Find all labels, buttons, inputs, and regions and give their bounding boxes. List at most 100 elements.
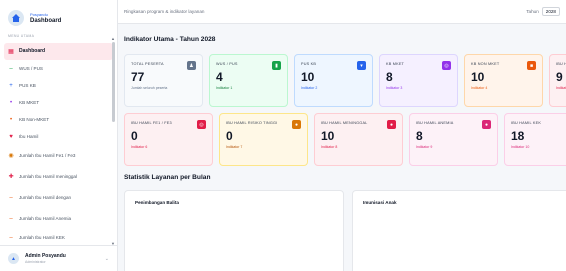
dash-icon: – [9, 215, 13, 222]
sidebar-item-kb-mket[interactable]: • KB MKET [0, 94, 117, 111]
sidebar-item-jumlah-ibu-hamil-meninggal[interactable]: ✚ Jumlah Ibu Hamil meninggal [0, 166, 117, 187]
indicator-row-2: IBU HAMIL FE1 / FE3 0 Indikator 6 ◎ IBU HAMI… [124, 113, 566, 166]
card-value: 10 [471, 70, 485, 84]
sidebar-item-label: Jumlah Ibu Hamil meninggal [19, 173, 77, 179]
card-subtext: Jumlah seluruh peserta [131, 86, 168, 90]
stats-title: Statistik Layanan per Bulan [124, 174, 211, 181]
sidebar-item-jumlah-ibu-hamil-dengan[interactable]: – Jumlah Ibu Hamil dengan [0, 187, 117, 208]
sidebar-item-dashboard[interactable]: ▦ Dashboard [4, 43, 113, 60]
indicator-card[interactable]: WUS / PUS 4 Indikator 1 ▮ [209, 54, 288, 107]
dash-icon: – [9, 194, 13, 201]
card-subtext: Indikator 7 [226, 145, 243, 149]
sidebar-item-label: KB MKET [19, 99, 40, 105]
dash-icon: – [9, 234, 13, 241]
card-subtext: Indikator 9 [416, 145, 433, 149]
card-subtext: Indikator 1 [216, 86, 233, 90]
cross-icon: ✚ [8, 173, 14, 180]
card-icon: ▾ [357, 61, 366, 70]
card-subtext: Indikator 6 [131, 145, 148, 149]
sidebar-item-jumlah-ibu-hamil-fe1-fe3[interactable]: ◉ Jumlah Ibu Hamil Fe1 / Fe3 [0, 145, 117, 166]
card-label: IBU HAMIL RISIKO TINGGI [226, 121, 278, 125]
card-icon: ● [292, 120, 301, 129]
card-icon: ♟ [187, 61, 196, 70]
sidebar: Posyandu Dashboard MENU UTAMA ▦ Dashboard… [0, 0, 118, 271]
brand[interactable]: Posyandu Dashboard [0, 0, 117, 32]
sidebar-item-label: Jumlah Ibu Hamil Anemia [19, 215, 72, 221]
sidebar-item-label: PUS KB [19, 82, 36, 88]
stats-panels: Penimbangan Balita Imunisasi Anak [124, 190, 566, 271]
user-role: Administrator [25, 260, 46, 264]
sidebar-item-pus-kb[interactable]: + PUS KB [0, 77, 117, 94]
sidebar-item-label: Jumlah Ibu Hamil dengan [19, 194, 72, 200]
card-subtext: Indikator 8 [321, 145, 338, 149]
stats-panel: Penimbangan Balita [124, 190, 344, 271]
sidebar-item-label: KB Non-MKET [19, 116, 50, 122]
card-subtext: Indikator 2 [301, 86, 318, 90]
indicator-card[interactable]: IBU HAMIL RISIKO TINGGI 0 Indikator 7 ● [219, 113, 308, 166]
brand-title: Dashboard [30, 17, 62, 24]
card-value: 10 [321, 129, 335, 143]
sidebar-scrollbar[interactable]: ▲ ▼ [111, 36, 115, 246]
sidebar-item-wus-pus[interactable]: – WUS / PUS [0, 60, 117, 77]
card-value: 4 [216, 70, 223, 84]
card-icon: ● [387, 120, 396, 129]
indicator-card[interactable]: KB NON MKET 10 Indikator 4 ■ [464, 54, 543, 107]
card-subtext: Indikator 4 [471, 86, 488, 90]
indicator-card[interactable]: IBU HAMIL KEK18Indikator 10● [504, 113, 566, 166]
indicator-card[interactable]: TOTAL PESERTA 77 Jumlah seluruh peserta ♟ [124, 54, 203, 107]
year-select[interactable]: 2028 [541, 7, 560, 16]
grid-icon: ▦ [8, 48, 14, 55]
sidebar-item-label: Jumlah Ibu Hamil Fe1 / Fe3 [19, 152, 76, 158]
card-icon: ◎ [442, 61, 451, 70]
card-value: 8 [416, 129, 423, 143]
stats-panel: Imunisasi Anak [352, 190, 566, 271]
logo-icon [8, 10, 24, 26]
year-filter: Tahun 2028 [526, 7, 560, 16]
card-value: 0 [226, 129, 233, 143]
scroll-up-icon[interactable]: ▲ [111, 36, 115, 41]
card-subtext: Indikator 3 [386, 86, 403, 90]
brand-app-name: Posyandu [30, 11, 48, 17]
sidebar-item-label: Jumlah Ibu Hamil KEK [19, 234, 65, 240]
card-icon: ● [482, 120, 491, 129]
sidebar-item-label: Dashboard [19, 48, 46, 55]
card-label: IBU HAMIL KEK [511, 121, 542, 125]
page-subtitle: Ringkasan program & indikator layanan [124, 9, 205, 14]
card-value: 0 [131, 129, 138, 143]
card-label: IBU HAMIL MENINGGAL [321, 121, 368, 125]
panel-title: Imunisasi Anak [363, 200, 397, 205]
card-value: 18 [511, 129, 525, 143]
card-label: IBU HAMIL ANEMIA [416, 121, 454, 125]
card-value: 10 [301, 70, 315, 84]
sidebar-nav: ▦ Dashboard – WUS / PUS + PUS KB • KB MKET • KB N… [0, 43, 117, 246]
card-icon: ◎ [197, 120, 206, 129]
card-icon: ■ [527, 61, 536, 70]
main-content: Ringkasan program & indikator layanan Ta… [118, 0, 566, 271]
pill-icon: ◉ [8, 152, 14, 159]
scroll-thumb[interactable] [112, 42, 115, 122]
indicators-title: Indikator Utama - Tahun 2028 [124, 36, 216, 43]
chevron-down-icon[interactable]: ⌄ [105, 256, 109, 262]
sidebar-item-label: Ibu Hamil [19, 133, 39, 139]
topbar: Ringkasan program & indikator layanan Ta… [118, 0, 566, 24]
sidebar-section-label: MENU UTAMA [8, 34, 35, 38]
indicator-card[interactable]: PUS KB 10 Indikator 2 ▾ [294, 54, 373, 107]
year-label: Tahun [526, 9, 539, 14]
sidebar-item-kb-non-mket[interactable]: • KB Non-MKET [0, 111, 117, 128]
sidebar-item-ibu-hamil[interactable]: ♥ Ibu Hamil [0, 128, 117, 145]
card-icon: ▮ [272, 61, 281, 70]
user-menu[interactable]: ▲ Admin Posyandu Administrator ⌄ [0, 245, 117, 271]
indicator-card[interactable]: KB MKET 8 Indikator 3 ◎ [379, 54, 458, 107]
indicator-row-1: TOTAL PESERTA 77 Jumlah seluruh peserta ♟ WU… [124, 54, 566, 107]
sidebar-item-label: WUS / PUS [19, 65, 43, 71]
card-value: 8 [386, 70, 393, 84]
sidebar-item-jumlah-ibu-hamil-anemia[interactable]: – Jumlah Ibu Hamil Anemia [0, 208, 117, 229]
indicator-card[interactable]: IBU HAMIL MENINGGAL 10 Indikator 8 ● [314, 113, 403, 166]
sidebar-item-jumlah-ibu-hamil-kek[interactable]: – Jumlah Ibu Hamil KEK [0, 229, 117, 246]
indicator-card[interactable]: IBU HAMIL FE1 / FE3 0 Indikator 6 ◎ [124, 113, 213, 166]
heart-icon: ♥ [9, 133, 13, 140]
indicator-card[interactable]: IBU HAMIL ANEMIA 8 Indikator 9 ● [409, 113, 498, 166]
app-root: Posyandu Dashboard MENU UTAMA ▦ Dashboard… [0, 0, 566, 271]
card-subtext: Indikator 5 [556, 86, 566, 90]
indicator-card[interactable]: IBU HAMIL9Indikator 5◎ [549, 54, 566, 107]
